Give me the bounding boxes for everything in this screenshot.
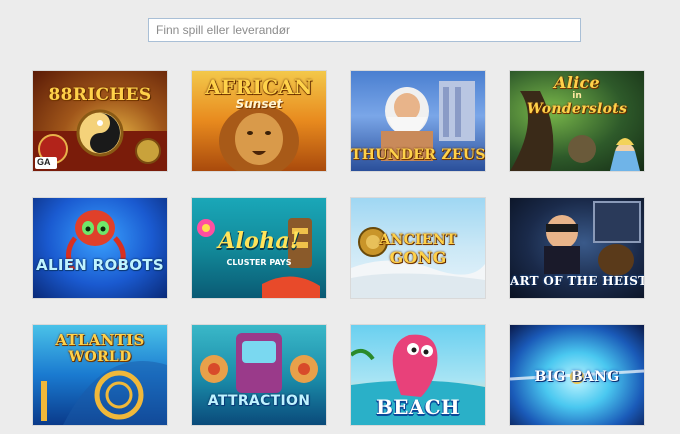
- provider-logo: GA: [37, 157, 51, 167]
- game-subtitle: CLUSTER PAYS: [226, 258, 292, 267]
- game-title: AFRICAN: [205, 75, 313, 99]
- game-subtitle: Sunset: [235, 97, 283, 111]
- game-title-connector: in: [572, 91, 582, 101]
- game-title: ATLANTIS: [55, 331, 145, 349]
- game-tile-art-of-the-heist[interactable]: ART OF THE HEIST: [510, 198, 644, 298]
- game-tile-alice-in-wonderslots[interactable]: Alice in Wonderslots: [510, 71, 644, 171]
- game-title: BEACH: [376, 395, 460, 419]
- game-subtitle: WORLD: [68, 349, 132, 365]
- game-tile-aloha-cluster-pays[interactable]: Aloha! CLUSTER PAYS: [192, 198, 326, 298]
- game-title: ANCIENT: [379, 232, 457, 248]
- search-input[interactable]: [148, 18, 581, 42]
- game-tile-african-sunset[interactable]: AFRICAN Sunset: [192, 71, 326, 171]
- game-title: BIG BANG: [534, 369, 620, 385]
- game-thumbnail: [192, 325, 326, 425]
- game-title: ALIEN ROBOTS: [36, 256, 164, 274]
- game-tile-attraction[interactable]: ATTRACTION: [192, 325, 326, 425]
- game-tile-ancient-gong[interactable]: ANCIENT GONG: [351, 198, 485, 298]
- game-badge: 88: [48, 85, 73, 105]
- game-tile-alien-robots[interactable]: ALIEN ROBOTS: [33, 198, 167, 298]
- game-tile-thunder-zeus[interactable]: THUNDER ZEUS: [351, 71, 485, 171]
- game-tile-88-riches[interactable]: 88RICHES GA: [33, 71, 167, 171]
- game-title-second: Wonderslots: [526, 101, 628, 117]
- game-title: ATTRACTION: [207, 393, 311, 409]
- game-title: Aloha!: [218, 228, 300, 254]
- game-title: RICHES: [72, 85, 152, 105]
- game-grid: 88RICHES GA AFRICAN Sunset THUNDER ZEUS …: [33, 71, 644, 425]
- game-title: THUNDER ZEUS: [351, 147, 485, 163]
- game-subtitle: GONG: [389, 248, 447, 267]
- game-thumbnail: [33, 198, 167, 298]
- game-title: ART OF THE HEIST: [510, 274, 644, 288]
- game-tile-big-bang[interactable]: BIG BANG: [510, 325, 644, 425]
- game-tile-atlantis-world[interactable]: ATLANTIS WORLD: [33, 325, 167, 425]
- game-tile-beach[interactable]: BEACH: [351, 325, 485, 425]
- game-title: Alice: [554, 73, 600, 92]
